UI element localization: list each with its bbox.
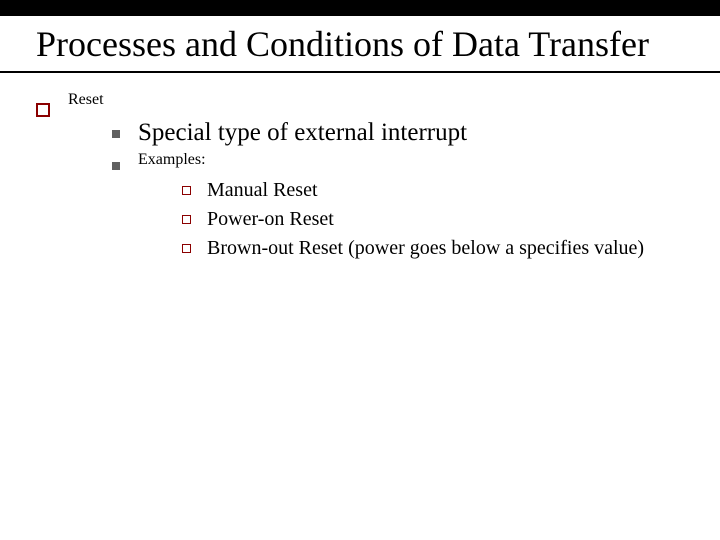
list-item: Manual Reset [182,179,644,202]
filled-square-gray-icon [112,162,120,170]
hollow-square-red-icon [182,244,191,253]
list-item: Brown-out Reset (power goes below a spec… [182,237,644,260]
list-item: Examples: Manual Reset Power-on Reset [112,151,644,266]
hollow-square-red-icon [36,103,50,117]
title-wrap: Processes and Conditions of Data Transfe… [0,16,720,73]
content: Reset Special type of external interrupt… [0,91,720,270]
item-label: Special type of external interrupt [138,119,467,147]
item-label: Examples: [138,151,206,168]
list-item: Power-on Reset [182,208,644,231]
hollow-square-red-icon [182,215,191,224]
hollow-square-red-icon [182,186,191,195]
filled-square-gray-icon [112,130,120,138]
item-label: Manual Reset [207,179,318,202]
item-label: Reset [68,91,104,108]
list-level-3: Manual Reset Power-on Reset Brown-out Re… [182,179,644,260]
top-bar [0,0,720,16]
list-level-1: Reset Special type of external interrupt… [36,91,684,270]
item-label: Brown-out Reset (power goes below a spec… [207,237,644,260]
list-level-2: Special type of external interrupt Examp… [112,119,644,266]
list-item: Special type of external interrupt [112,119,644,147]
list-item: Reset Special type of external interrupt… [36,91,684,270]
slide: Processes and Conditions of Data Transfe… [0,0,720,540]
slide-title: Processes and Conditions of Data Transfe… [36,24,684,65]
item-label: Power-on Reset [207,208,334,231]
